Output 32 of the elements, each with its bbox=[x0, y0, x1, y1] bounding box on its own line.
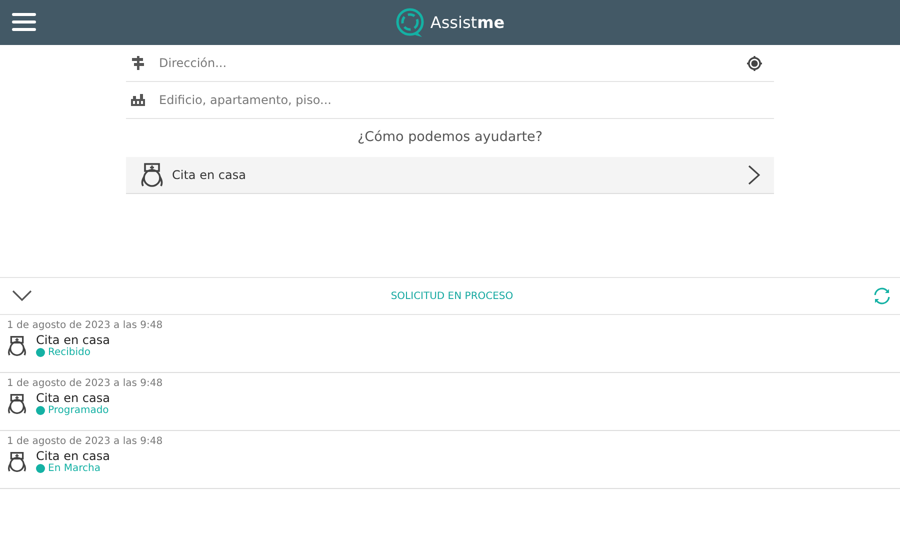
request-service: Cita en casa bbox=[36, 333, 110, 347]
logo-text: Assistme bbox=[430, 13, 505, 32]
question-text: ¿Cómo podemos ayudarte? bbox=[356, 128, 544, 147]
signpost-icon bbox=[131, 56, 145, 70]
request-date: 1 de agosto de 2023 a las 9:48 bbox=[7, 320, 164, 331]
address-field[interactable]: Dirección... bbox=[159, 51, 733, 75]
menu-button[interactable] bbox=[12, 13, 36, 31]
panel-title: SOLICITUD EN PROCESO bbox=[390, 290, 514, 302]
menu-icon bbox=[12, 13, 36, 31]
request-item[interactable]: 1 de agosto de 2023 a las 9:48 Cita en casa En Marcha bbox=[0, 431, 900, 489]
status-label: Programado bbox=[48, 405, 109, 416]
request-service: Cita en casa bbox=[36, 391, 110, 405]
request-item[interactable]: 1 de agosto de 2023 a las 9:48 Cita en casa Programado bbox=[0, 373, 900, 431]
nurse-icon bbox=[140, 162, 164, 188]
refresh-icon[interactable] bbox=[872, 286, 892, 306]
building-field[interactable]: Edificio, apartamento, piso... bbox=[159, 88, 762, 112]
request-item[interactable]: 1 de agosto de 2023 a las 9:48 Cita en casa Recibido bbox=[0, 315, 900, 373]
nurse-icon bbox=[7, 450, 27, 472]
status-label: Recibido bbox=[48, 347, 91, 358]
service-item[interactable]: Cita en casa bbox=[126, 157, 774, 194]
building-icon bbox=[131, 94, 145, 106]
chevron-right-icon bbox=[748, 165, 760, 185]
locate-icon[interactable] bbox=[747, 56, 762, 70]
status-label: En Marcha bbox=[48, 463, 100, 474]
nurse-icon bbox=[7, 392, 27, 414]
request-service: Cita en casa bbox=[36, 449, 110, 463]
chevron-icon bbox=[12, 290, 32, 302]
nurse-icon bbox=[7, 334, 27, 356]
request-date: 1 de agosto de 2023 a las 9:48 bbox=[7, 378, 164, 389]
request-date: 1 de agosto de 2023 a las 9:48 bbox=[7, 436, 164, 447]
collapse-button[interactable] bbox=[12, 290, 32, 302]
logo-icon bbox=[395, 8, 426, 38]
